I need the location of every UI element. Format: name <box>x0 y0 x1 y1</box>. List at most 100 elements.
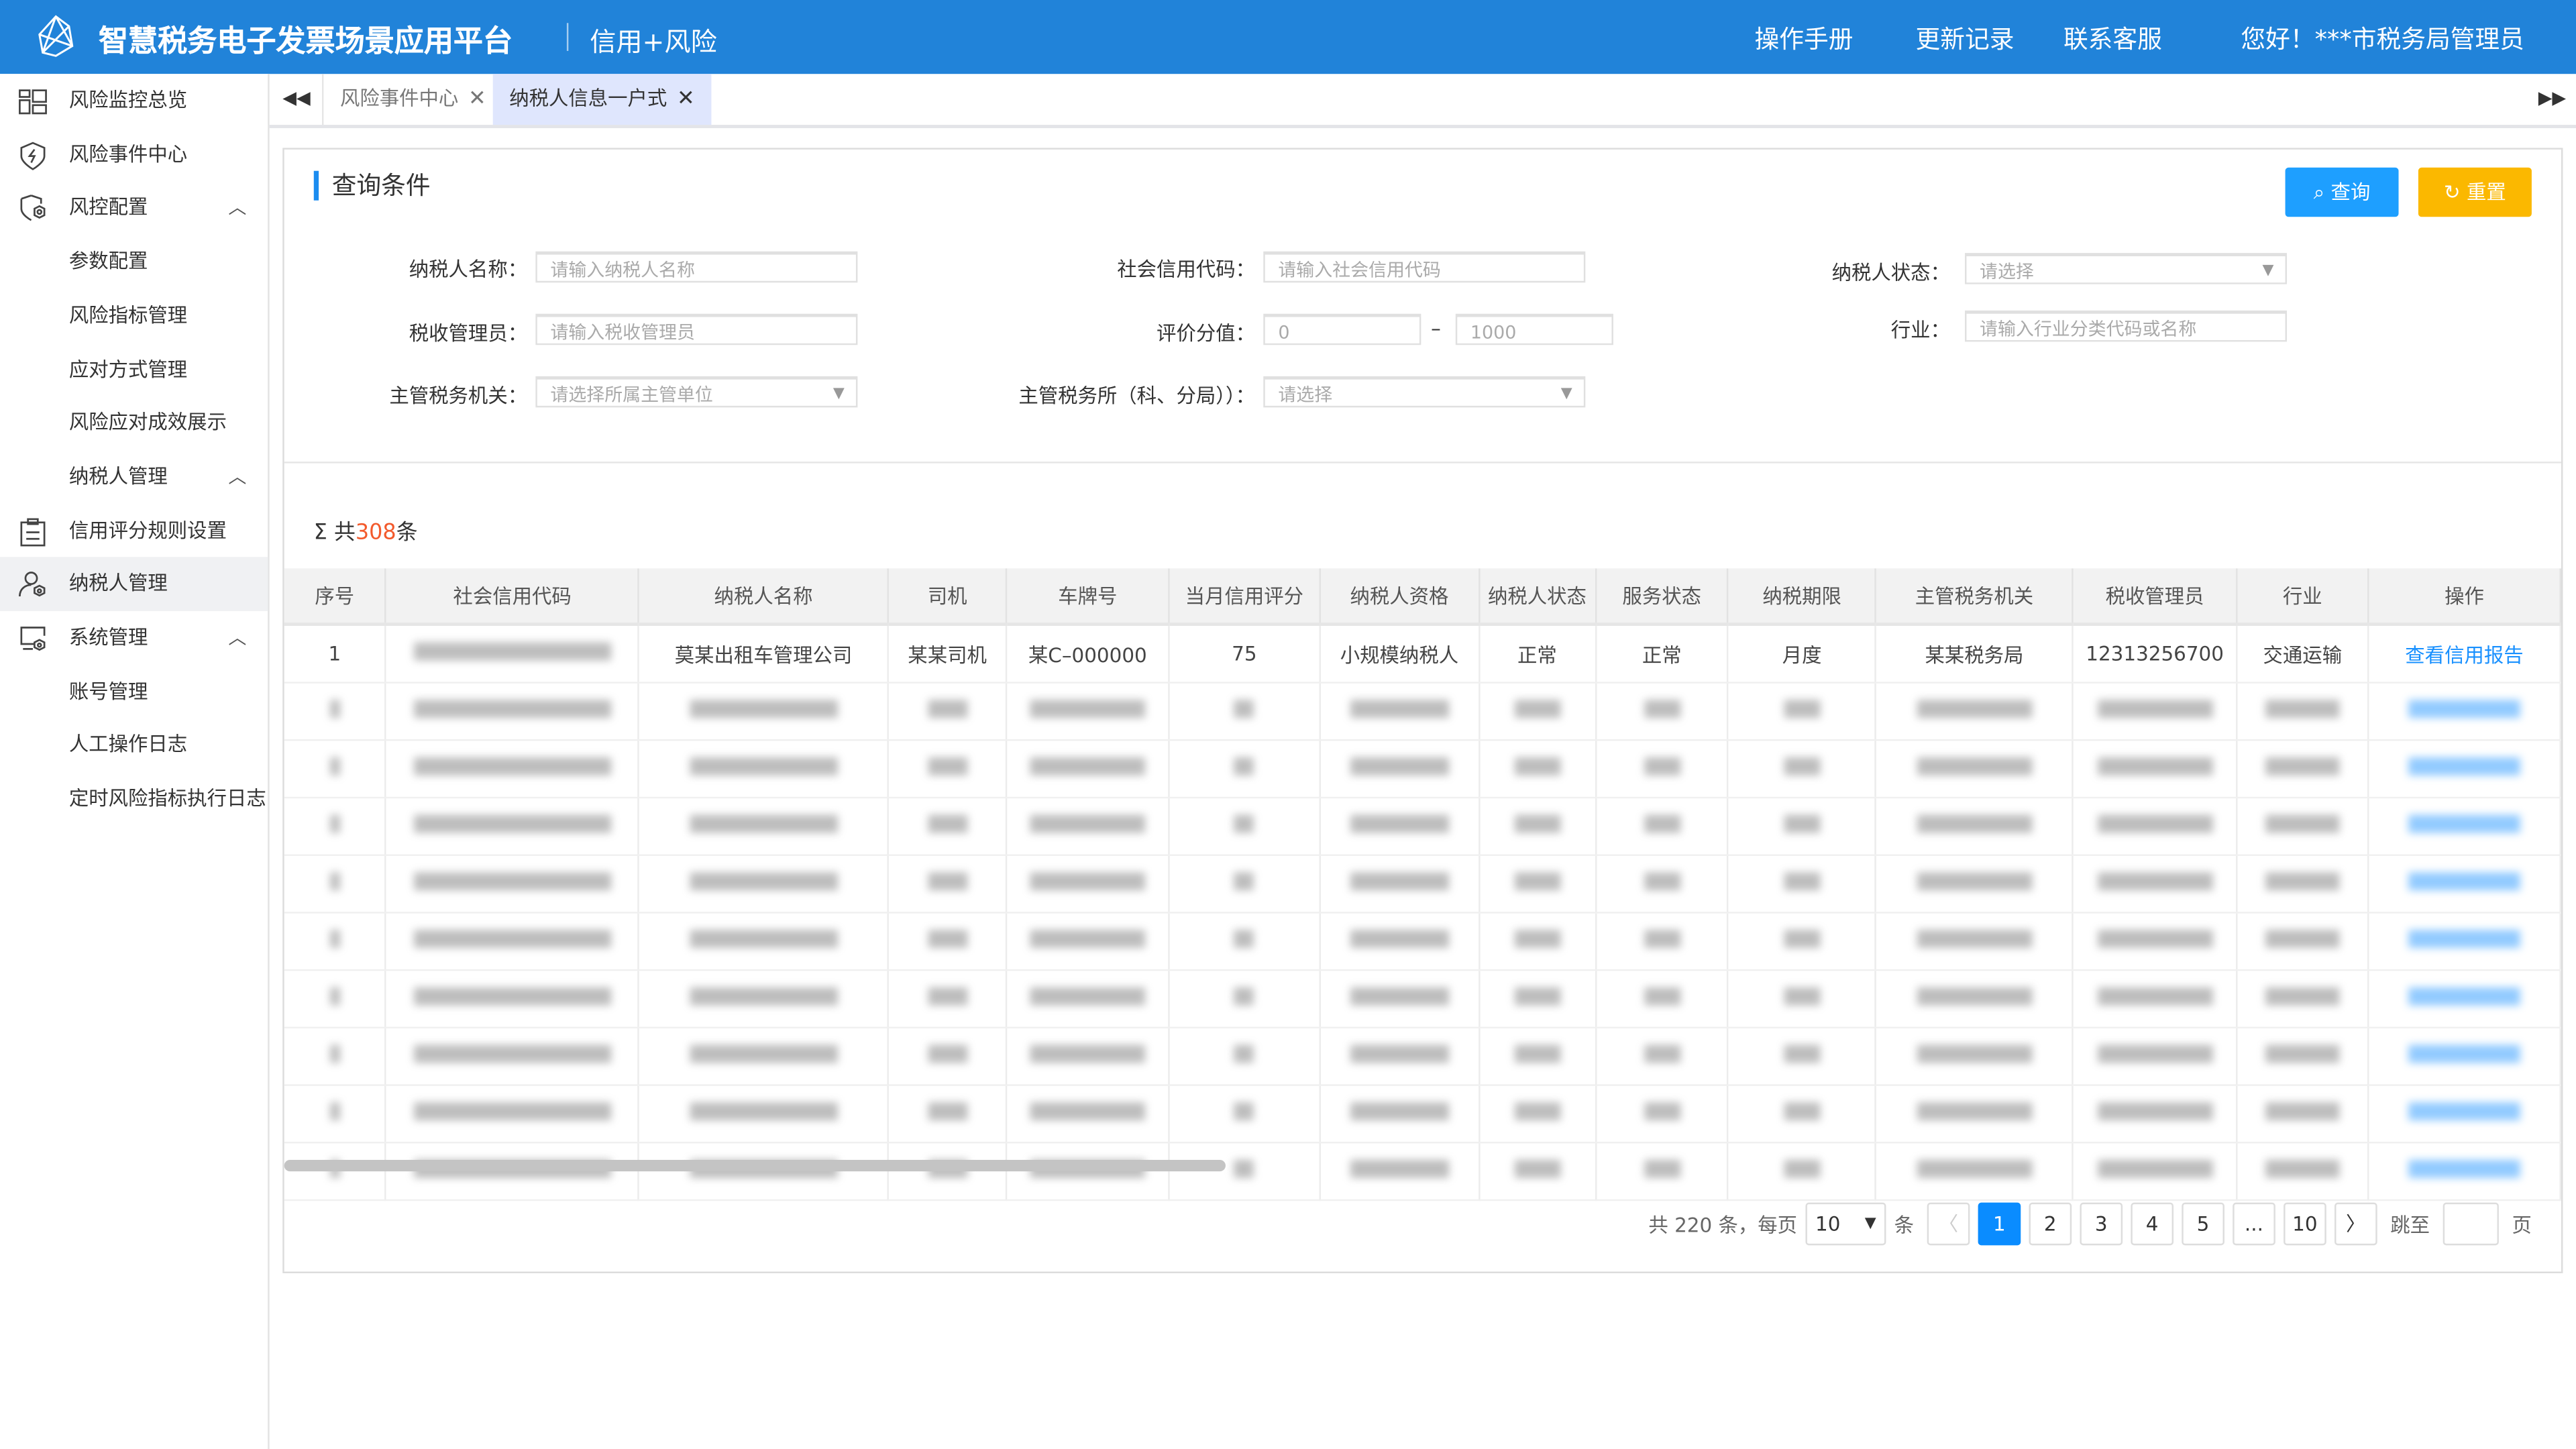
support-link[interactable]: 联系客服 <box>2063 21 2162 56</box>
page-button[interactable]: 2 <box>2029 1202 2072 1246</box>
table-cell <box>284 970 387 1029</box>
redacted-text <box>1917 1044 2032 1063</box>
clipboard-icon <box>20 517 46 546</box>
table-cell <box>1320 970 1480 1029</box>
scroll-tabs-right-icon[interactable]: ▶▶ <box>2538 87 2566 109</box>
table-cell <box>888 855 1008 914</box>
table-cell[interactable] <box>2368 1085 2561 1144</box>
table-cell[interactable] <box>2368 855 2561 914</box>
page-button[interactable]: 4 <box>2131 1202 2174 1246</box>
chevron-up-icon[interactable]: ︿ <box>228 611 246 665</box>
redacted-text <box>1514 1044 1560 1063</box>
close-icon[interactable]: ✕ <box>677 87 695 112</box>
count-number: 308 <box>355 521 396 546</box>
taxpayer-table: 序号 社会信用代码 纳税人名称 司机 车牌号 当月信用评分 纳税人资格 纳税人状态 服务状态 纳税… <box>284 568 2561 1201</box>
changelog-link[interactable]: 更新记录 <box>1916 21 2015 56</box>
shield-lightning-icon <box>20 141 46 170</box>
table-cell: 12313256700 <box>2072 624 2238 684</box>
table-cell[interactable] <box>2368 912 2561 971</box>
sidebar-item[interactable]: 信用评分规则设置 <box>0 504 268 558</box>
user-greeting[interactable]: 您好！***市税务局管理员 <box>2241 21 2524 56</box>
view-credit-report-link[interactable]: 查看信用报告 <box>2405 643 2523 666</box>
page-button[interactable]: 3 <box>2080 1202 2123 1246</box>
credit-code-input[interactable]: 请输入社会信用代码 <box>1263 251 1586 283</box>
chevron-up-icon[interactable]: ︿ <box>228 450 246 504</box>
tax-authority-select[interactable]: 请选择所属主管单位 ▼ <box>535 376 858 408</box>
search-button[interactable]: ⌕ 查询 <box>2285 167 2399 217</box>
page-button[interactable]: 1 <box>1978 1202 2021 1246</box>
horizontal-scrollbar[interactable] <box>284 1159 2561 1172</box>
table-cell <box>2072 797 2238 856</box>
reset-button[interactable]: ↻ 重置 <box>2418 167 2532 217</box>
table-cell <box>1006 740 1170 799</box>
result-count: Σ 共308条 <box>314 515 418 546</box>
close-icon[interactable]: ✕ <box>468 87 486 112</box>
sidebar-item[interactable]: 参数配置 <box>0 235 268 289</box>
sidebar-item[interactable]: 人工操作日志 <box>0 718 268 773</box>
table-cell <box>386 1085 640 1144</box>
tab-risk-events[interactable]: 风险事件中心 ✕ <box>322 74 502 125</box>
sidebar-item[interactable]: 纳税人管理 ︿ <box>0 450 268 504</box>
redacted-text <box>927 1044 967 1063</box>
page-button[interactable]: 10 <box>2284 1202 2326 1246</box>
sidebar-item[interactable]: 风险事件中心 <box>0 127 268 182</box>
title-divider <box>566 23 569 51</box>
next-page-button[interactable]: 〉 <box>2334 1202 2377 1246</box>
industry-input[interactable]: 请输入行业分类代码或名称 <box>1965 310 2288 342</box>
sidebar-item[interactable]: 应对方式管理 <box>0 343 268 397</box>
scrollbar-thumb[interactable] <box>284 1159 1226 1172</box>
page-button[interactable]: ... <box>2233 1202 2275 1246</box>
table-cell <box>284 682 387 741</box>
sidebar-item[interactable]: 风控配置 ︿ <box>0 181 268 235</box>
table-cell[interactable] <box>2368 797 2561 856</box>
prev-page-button[interactable]: 〈 <box>1927 1202 1970 1246</box>
redacted-text <box>1644 700 1680 718</box>
sidebar-item[interactable]: 账号管理 <box>0 665 268 719</box>
chevron-up-icon[interactable]: ︿ <box>228 181 246 235</box>
table-cell: 某某税务局 <box>1876 624 2074 684</box>
tax-office-select[interactable]: 请选择 ▼ <box>1263 376 1586 408</box>
column-header: 序号 <box>284 568 387 627</box>
taxpayer-name-input[interactable]: 请输入纳税人名称 <box>535 251 858 283</box>
tab-taxpayer-info[interactable]: 纳税人信息一户式 ✕ <box>492 74 712 125</box>
sidebar-item[interactable]: 系统管理 ︿ <box>0 611 268 665</box>
table-cell[interactable] <box>2368 1027 2561 1086</box>
score-min-input[interactable]: 0 <box>1263 313 1421 345</box>
page-button[interactable]: 5 <box>2182 1202 2224 1246</box>
sidebar-item[interactable]: 纳税人管理 <box>0 557 268 612</box>
sidebar-item[interactable]: 风险指标管理 <box>0 289 268 343</box>
redacted-text <box>2265 757 2340 775</box>
redacted-text <box>1234 1102 1254 1121</box>
table-cell <box>888 912 1008 971</box>
page-size-select[interactable]: 10 ▼ <box>1805 1202 1886 1246</box>
table-cell <box>284 740 387 799</box>
table-cell[interactable] <box>2368 740 2561 799</box>
redacted-text <box>2408 1044 2520 1063</box>
score-max-input[interactable]: 1000 <box>1455 313 1613 345</box>
monitor-gear-icon <box>20 627 46 651</box>
tax-manager-input[interactable]: 请输入税收管理员 <box>535 313 858 345</box>
table-row <box>284 1027 2561 1086</box>
table-cell <box>1320 912 1480 971</box>
reset-button-label: 重置 <box>2466 180 2506 204</box>
sidebar-item[interactable]: 风险应对成效展示 <box>0 396 268 451</box>
table-cell[interactable] <box>2368 682 2561 741</box>
taxpayer-status-select[interactable]: 请选择 ▼ <box>1965 253 2288 284</box>
jump-page-input[interactable] <box>2443 1202 2499 1246</box>
sidebar-item[interactable]: 定时风险指标执行日志 <box>0 772 268 826</box>
redacted-text <box>2097 757 2212 775</box>
table-header-row: 序号 社会信用代码 纳税人名称 司机 车牌号 当月信用评分 纳税人资格 纳税人状态 服务状态 纳税… <box>284 568 2561 627</box>
scroll-tabs-left-icon[interactable]: ◀◀ <box>282 87 310 109</box>
redacted-text <box>1784 987 1821 1006</box>
table-cell[interactable] <box>2368 970 2561 1029</box>
redacted-text <box>1917 814 2032 833</box>
sidebar-item[interactable]: 风险监控总览 <box>0 74 268 128</box>
redacted-text <box>413 1102 611 1121</box>
dropdown-arrow-icon: ▼ <box>2262 262 2274 280</box>
manual-link[interactable]: 操作手册 <box>1755 21 1854 56</box>
page-size-value: 10 <box>1815 1212 1841 1236</box>
redacted-text <box>1030 757 1146 775</box>
column-header: 社会信用代码 <box>386 568 640 627</box>
table-cell <box>1169 970 1321 1029</box>
table-cell <box>1595 740 1729 799</box>
